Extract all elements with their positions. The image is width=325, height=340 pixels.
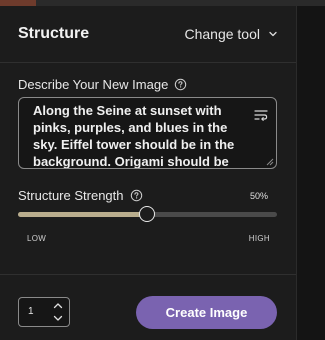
strength-value: 50% [249,191,268,201]
chevron-up-icon[interactable] [52,301,64,311]
text-wrap-icon[interactable] [254,109,268,121]
change-tool-label: Change tool [184,26,260,42]
change-tool-button[interactable]: Change tool [184,26,278,42]
slider-thumb[interactable] [138,206,155,222]
chevron-down-icon[interactable] [52,313,64,323]
structure-panel: Structure Change tool Describe Your New … [0,6,297,340]
panel-title: Structure [18,25,90,42]
quantity-value[interactable]: 1 [28,306,34,317]
prompt-label-row: Describe Your New Image [18,77,187,92]
prompt-textarea[interactable]: Along the Seine at sunset with pinks, pu… [18,97,277,169]
strength-label: Structure Strength [18,188,124,203]
footer-divider [0,274,296,275]
strength-label-row: Structure Strength [18,188,143,203]
panel-header: Structure Change tool [0,6,296,63]
right-gutter [297,6,325,340]
prompt-text[interactable]: Along the Seine at sunset with pinks, pu… [33,102,247,168]
resize-grip-icon[interactable] [266,158,274,166]
quantity-stepper[interactable]: 1 [18,297,70,327]
help-circle-icon[interactable] [174,78,187,91]
prompt-label: Describe Your New Image [18,77,169,92]
help-circle-icon[interactable] [130,189,143,202]
structure-strength-slider[interactable] [18,206,277,223]
slider-low-label: LOW [27,234,47,243]
slider-high-label: HIGH [248,234,270,243]
slider-fill [18,212,148,217]
create-image-button[interactable]: Create Image [136,296,277,329]
chevron-down-icon [269,31,277,37]
create-image-label: Create Image [165,305,248,320]
